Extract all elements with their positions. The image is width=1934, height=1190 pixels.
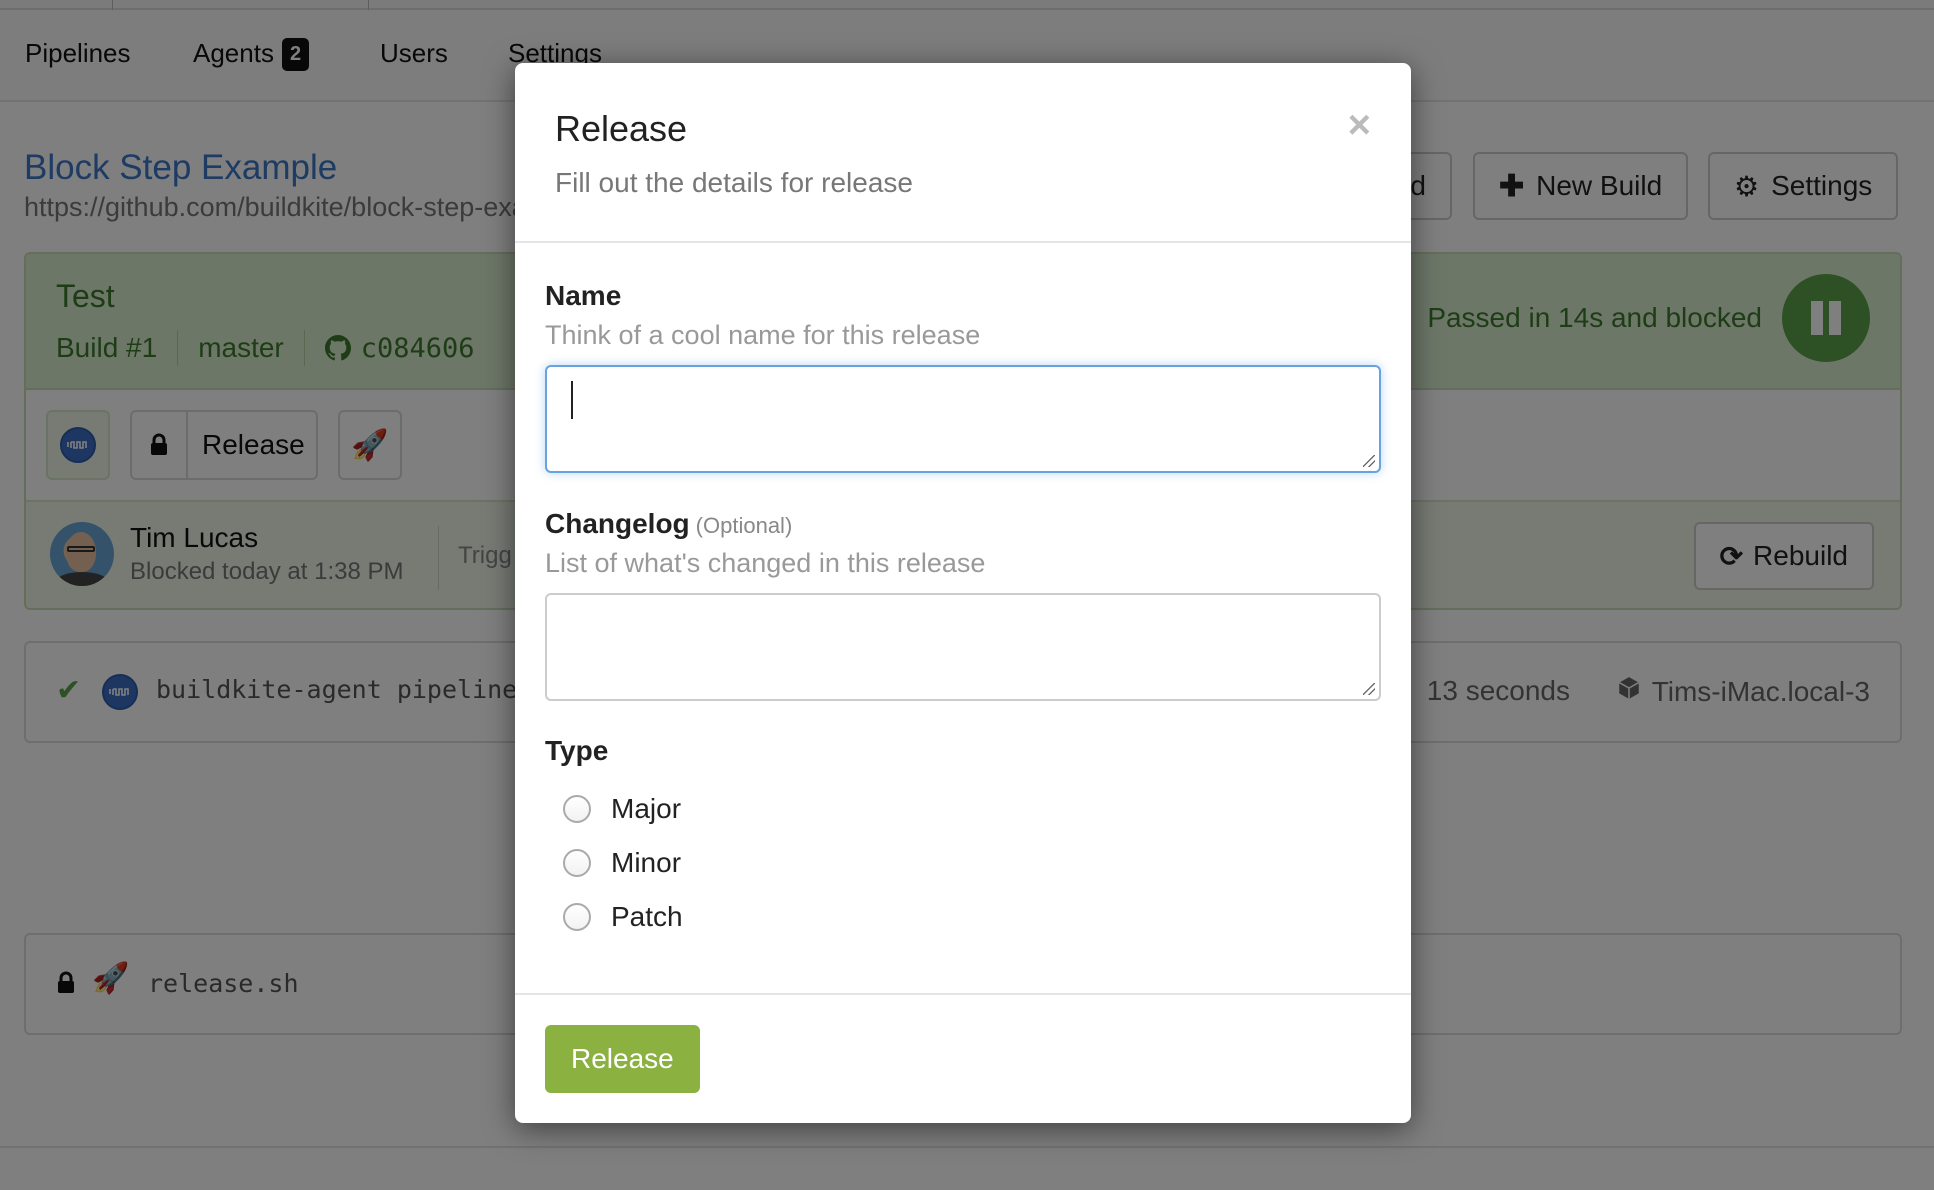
release-modal: Release Fill out the details for release… (515, 63, 1411, 1123)
text-caret (571, 381, 573, 419)
radio-minor[interactable]: Minor (563, 847, 681, 879)
modal-title: Release (555, 108, 688, 149)
changelog-label-text: Changelog (545, 508, 690, 539)
radio-button[interactable] (563, 795, 591, 823)
radio-label: Patch (611, 901, 683, 932)
radio-patch[interactable]: Patch (563, 901, 683, 933)
radio-label: Minor (611, 847, 682, 878)
close-icon[interactable]: × (1348, 105, 1371, 145)
changelog-input[interactable] (545, 593, 1381, 701)
changelog-hint: List of what's changed in this release (545, 548, 986, 578)
modal-subtitle: Fill out the details for release (555, 167, 913, 198)
radio-button[interactable] (563, 903, 591, 931)
release-submit-button[interactable]: Release (545, 1025, 700, 1093)
radio-label: Major (611, 793, 682, 824)
name-label: Name (545, 280, 622, 311)
name-hint: Think of a cool name for this release (545, 320, 981, 350)
name-input[interactable] (545, 365, 1381, 473)
radio-button[interactable] (563, 849, 591, 877)
resize-handle[interactable] (1363, 683, 1375, 695)
modal-footer: Release (515, 993, 1411, 1123)
optional-tag: (Optional) (695, 513, 793, 538)
modal-header: Release Fill out the details for release… (515, 63, 1411, 243)
type-label: Type (545, 735, 609, 766)
radio-major[interactable]: Major (563, 793, 681, 825)
changelog-label: Changelog (Optional) (545, 508, 792, 540)
resize-handle[interactable] (1363, 455, 1375, 467)
